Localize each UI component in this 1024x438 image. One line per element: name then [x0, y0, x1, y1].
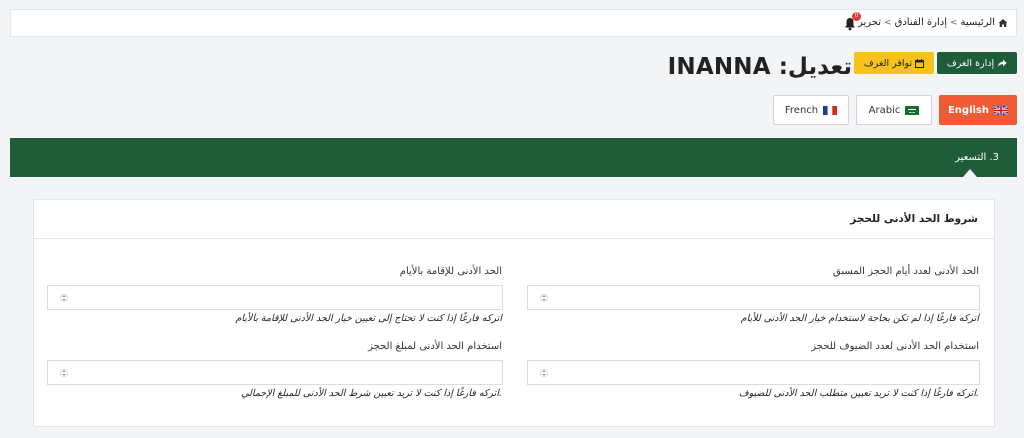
- breadcrumb-hotels-link[interactable]: إدارة الفنادق: [895, 17, 947, 28]
- wizard-tab-bar: 3. التسعير: [10, 138, 1017, 177]
- spinner-arrows-icon[interactable]: [540, 292, 548, 304]
- spinner-arrows-icon[interactable]: [60, 292, 68, 304]
- breadcrumb-home-link[interactable]: الرئيسية: [961, 17, 995, 28]
- min-guests-label: استخدام الحد الأدنى لعدد الضيوف للحجز: [811, 341, 979, 352]
- spinner-arrows-icon[interactable]: [60, 367, 68, 379]
- calendar-icon: [915, 58, 925, 68]
- top-bar: الرئيسية < إدارة الفنادق < تحرير 0: [10, 9, 1017, 37]
- min-amount-label: استخدام الحد الأدنى لمبلغ الحجز: [368, 341, 502, 352]
- min-guests-input[interactable]: [527, 360, 980, 385]
- saudi-flag-icon: [905, 105, 920, 115]
- min-amount-input[interactable]: [47, 360, 503, 385]
- language-french-label: French: [784, 104, 819, 116]
- language-arabic-label: Arabic: [868, 104, 901, 116]
- advance-days-help: اتركه فارغًا إذا لم تكن بحاجة لاستخدام خ…: [740, 313, 979, 324]
- home-icon: [998, 18, 1008, 27]
- breadcrumb-current: تحرير: [857, 17, 882, 28]
- notification-count-badge: 0: [852, 12, 861, 21]
- tab-pricing[interactable]: 3. التسعير: [955, 152, 999, 163]
- uk-flag-icon: [994, 105, 1009, 115]
- room-availability-label: توافر الغرف: [863, 57, 913, 69]
- breadcrumb-separator: <: [950, 17, 958, 28]
- min-stay-help: اتركه فارغًا إذا كنت لا تحتاج إلى تعيين …: [235, 313, 502, 324]
- card-title: شروط الحد الأدنى للحجز: [850, 213, 978, 225]
- advance-days-label: الحد الأدنى لعدد أيام الحجز المسبق: [833, 266, 979, 277]
- spinner-arrows-icon[interactable]: [540, 367, 548, 379]
- min-amount-help: اتركه فارغًا إذا كنت لا تريد تعيين شرط ا…: [241, 388, 502, 399]
- page-title: تعديل: INANNA: [667, 54, 852, 80]
- share-icon: [997, 59, 1007, 67]
- min-guests-help: اتركه فارغًا إذا كنت لا تريد تعيين متطلب…: [738, 388, 979, 399]
- france-flag-icon: [823, 105, 838, 115]
- notifications-button[interactable]: 0: [843, 12, 861, 31]
- min-stay-label: الحد الأدنى للإقامة بالأيام: [399, 266, 502, 277]
- breadcrumb: الرئيسية < إدارة الفنادق < تحرير: [858, 17, 1008, 28]
- manage-rooms-label: إدارة الغرف: [946, 57, 995, 69]
- language-arabic-button[interactable]: Arabic: [856, 95, 932, 125]
- card-header: شروط الحد الأدنى للحجز: [34, 200, 994, 239]
- active-tab-indicator: [963, 169, 977, 177]
- language-french-button[interactable]: French: [773, 95, 849, 125]
- manage-rooms-button[interactable]: إدارة الغرف: [937, 52, 1017, 74]
- advance-days-input[interactable]: [527, 285, 980, 310]
- language-english-label: English: [947, 104, 990, 116]
- min-stay-input[interactable]: [47, 285, 503, 310]
- language-english-button[interactable]: English: [939, 95, 1017, 125]
- breadcrumb-separator: <: [884, 17, 892, 28]
- room-availability-button[interactable]: توافر الغرف: [854, 52, 934, 74]
